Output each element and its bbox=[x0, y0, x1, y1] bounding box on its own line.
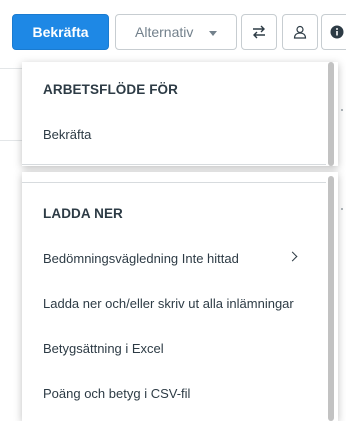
scrollbar[interactable] bbox=[328, 62, 334, 166]
divider bbox=[22, 164, 326, 165]
menu-item-rubric-label: Bedömningsvägledning Inte hittad bbox=[43, 251, 239, 266]
toolbar: Bekräfta Alternativ bbox=[0, 0, 346, 62]
background-dot bbox=[341, 109, 343, 111]
background-divider bbox=[0, 68, 22, 69]
menu-item-csv-export[interactable]: Poäng och betyg i CSV-fil bbox=[43, 386, 318, 401]
info-icon bbox=[330, 25, 343, 39]
scrollbar[interactable] bbox=[328, 176, 334, 421]
background-divider bbox=[0, 140, 22, 141]
swap-arrows-icon bbox=[253, 25, 265, 39]
menu-item-confirm[interactable]: Bekräfta bbox=[43, 127, 318, 142]
user-button[interactable] bbox=[282, 14, 318, 50]
user-icon bbox=[293, 25, 307, 39]
background-dot bbox=[341, 208, 343, 210]
swap-button[interactable] bbox=[241, 14, 277, 50]
info-button[interactable] bbox=[321, 14, 346, 50]
menu-item-rubric[interactable]: Bedömningsvägledning Inte hittad bbox=[43, 251, 318, 266]
chevron-right-icon bbox=[287, 251, 298, 262]
caret-down-icon bbox=[209, 31, 217, 36]
menu-item-excel-grading[interactable]: Betygsättning i Excel bbox=[43, 341, 318, 356]
workflow-heading: ARBETSFLÖDE FÖR bbox=[43, 82, 178, 97]
workflow-menu: ARBETSFLÖDE FÖR Bekräfta bbox=[22, 62, 338, 166]
download-menu: LADDA NER Bedömningsvägledning Inte hitt… bbox=[22, 172, 338, 421]
page: Bekräfta Alternativ ARBETSFLÖDE FÖR Bekr… bbox=[0, 0, 346, 421]
download-heading: LADDA NER bbox=[43, 206, 123, 221]
divider bbox=[22, 182, 326, 183]
menu-item-download-submissions[interactable]: Ladda ner och/eller skriv ut alla inlämn… bbox=[43, 296, 318, 311]
options-dropdown[interactable]: Alternativ bbox=[115, 14, 237, 50]
options-label: Alternativ bbox=[135, 24, 194, 40]
confirm-button[interactable]: Bekräfta bbox=[12, 14, 109, 50]
